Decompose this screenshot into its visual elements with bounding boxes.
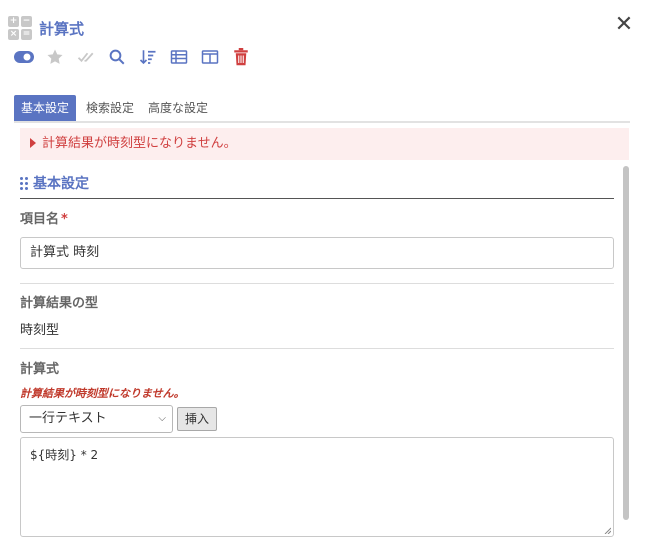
result-type-value: 時刻型	[20, 323, 60, 338]
scrollbar[interactable]	[623, 166, 629, 520]
item-name-input[interactable]: 計算式 時刻	[20, 237, 614, 269]
result-type-label: 計算結果の型	[20, 296, 99, 311]
formula-expression: ${時刻} * 2	[30, 448, 99, 462]
caret-right-icon	[30, 138, 36, 148]
table-list-icon[interactable]	[169, 47, 189, 67]
formula-error-text: 計算結果が時刻型になりません。	[20, 387, 185, 400]
section-title: 基本設定	[33, 176, 89, 192]
field-type-select[interactable]: 一行テキスト ⌵	[20, 405, 173, 433]
error-alert-message: 計算結果が時刻型になりません。	[42, 136, 237, 151]
item-name-label: 項目名 *	[20, 208, 68, 227]
formula-label: 計算式	[20, 362, 60, 377]
search-icon[interactable]	[107, 47, 127, 67]
divider	[20, 348, 614, 349]
resize-grip-icon[interactable]	[603, 526, 611, 534]
divider	[20, 283, 614, 284]
page-title: 計算式	[39, 19, 85, 38]
toggle-on-icon[interactable]	[14, 47, 34, 67]
sort-desc-icon[interactable]	[138, 47, 158, 67]
tab-advanced-settings[interactable]: 高度な設定	[144, 95, 212, 121]
tab-basic-settings[interactable]: 基本設定	[14, 95, 77, 121]
star-icon[interactable]	[45, 47, 65, 67]
insert-button[interactable]: 挿入	[177, 407, 217, 431]
section-header: 基本設定	[20, 168, 614, 199]
columns-icon[interactable]	[200, 47, 220, 67]
close-icon[interactable]: ✕	[613, 14, 635, 36]
required-mark: *	[61, 212, 68, 227]
tab-bar: 基本設定 検索設定 高度な設定	[14, 95, 630, 123]
chevron-down-icon: ⌵	[158, 413, 166, 424]
tab-search-settings[interactable]: 検索設定	[82, 95, 138, 121]
trash-icon[interactable]	[231, 47, 251, 67]
toolbar	[14, 46, 262, 68]
field-type-select-value: 一行テキスト	[29, 411, 107, 426]
dialog-header: + − × = 計算式	[8, 14, 84, 42]
item-name-label-text: 項目名	[20, 212, 60, 227]
double-check-icon[interactable]	[76, 47, 96, 67]
formula-textarea[interactable]: ${時刻} * 2	[20, 437, 614, 537]
error-alert: 計算結果が時刻型になりません。	[20, 128, 629, 160]
drag-handle-icon[interactable]	[20, 176, 28, 190]
calculator-icon: + − × =	[8, 16, 32, 40]
settings-panel: 基本設定 項目名 * 計算式 時刻 計算結果の型 時刻型 計算式 計算結果が時刻型…	[14, 160, 614, 542]
